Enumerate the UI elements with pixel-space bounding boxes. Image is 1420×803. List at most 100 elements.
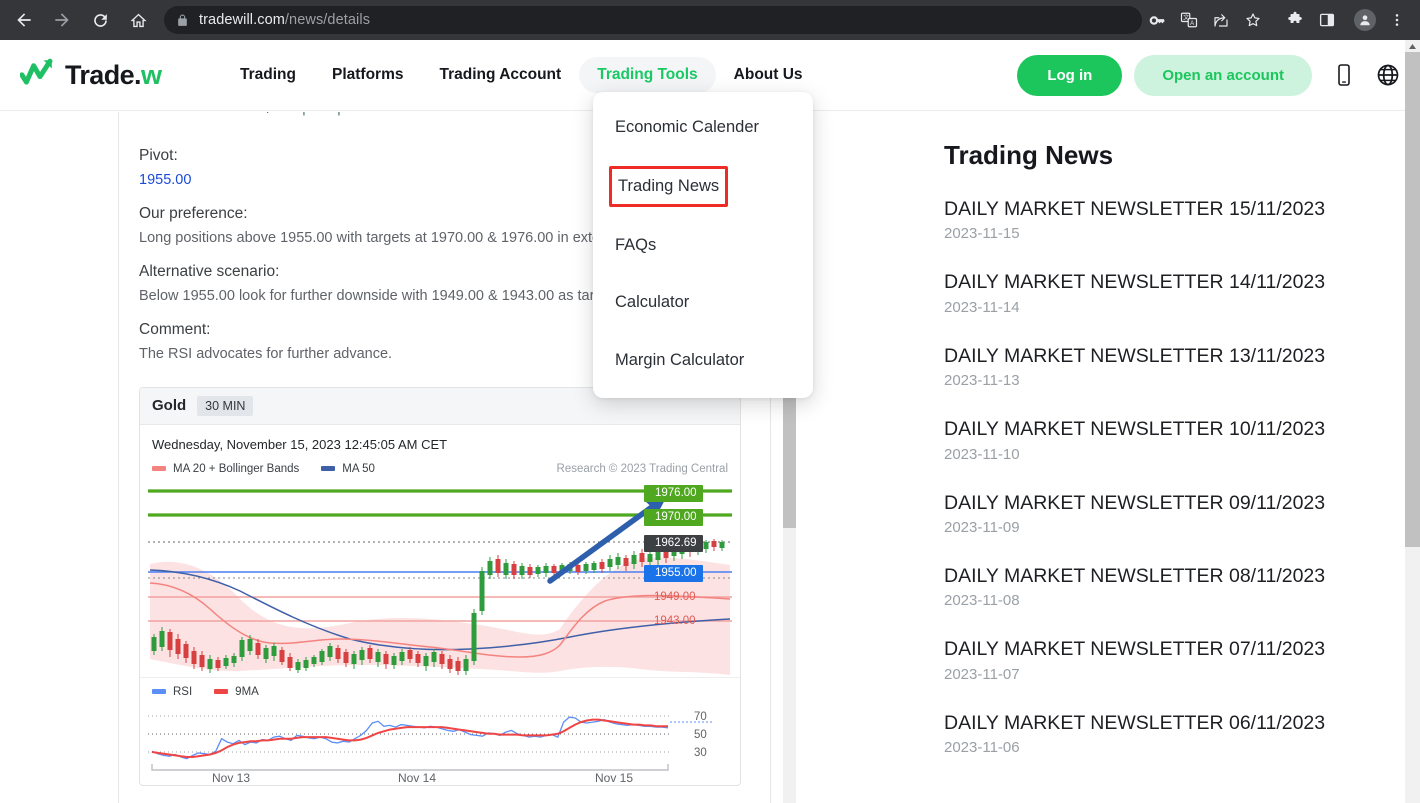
header-actions: Log in Open an account: [1017, 55, 1400, 96]
rsi-chart: 70 50 30 Nov 13 Nov 14 Nov 15: [140, 700, 740, 785]
dropdown-item-faqs[interactable]: FAQs: [593, 226, 813, 265]
three-dot-menu-icon[interactable]: [1382, 5, 1412, 35]
dropdown-item-calculator[interactable]: Calculator: [593, 283, 813, 322]
rsi-tick-50: 50: [694, 729, 707, 741]
x-tick-nov13: Nov 13: [212, 771, 250, 785]
key-icon[interactable]: [1142, 5, 1172, 35]
dropdown-item-economic-calender[interactable]: Economic Calender: [593, 108, 813, 147]
news-list-item[interactable]: DAILY MARKET NEWSLETTER 07/11/2023 2023-1…: [944, 637, 1344, 682]
translate-icon[interactable]: 文A: [1174, 5, 1204, 35]
page-scrollbar-thumb[interactable]: [1405, 52, 1420, 547]
address-bar[interactable]: tradewill.com/news/details: [164, 6, 1142, 34]
news-list-item[interactable]: DAILY MARKET NEWSLETTER 13/11/20232023-1…: [944, 344, 1344, 389]
inner-scrollbar[interactable]: [783, 355, 796, 803]
puzzle-icon[interactable]: [1280, 5, 1310, 35]
news-item-title[interactable]: DAILY MARKET NEWSLETTER 15/11/2023: [944, 197, 1344, 221]
url-text: tradewill.com/news/details: [199, 12, 370, 28]
share-icon[interactable]: [1206, 5, 1236, 35]
news-item-title[interactable]: DAILY MARKET NEWSLETTER 10/11/2023: [944, 417, 1344, 441]
price-label-1976: 1976.00: [644, 485, 703, 502]
chart-legend: MA 20 + Bollinger Bands MA 50 Research ©…: [140, 452, 740, 479]
profile-avatar-icon[interactable]: [1350, 5, 1380, 35]
logo-wordmark: Trade.w: [65, 60, 161, 91]
lock-icon: [176, 14, 189, 27]
svg-text:A: A: [1190, 21, 1194, 27]
legend-label-ma20: MA 20 + Bollinger Bands: [173, 463, 299, 475]
price-label-1970: 1970.00: [644, 509, 703, 526]
news-item-title[interactable]: DAILY MARKET NEWSLETTER 14/11/2023: [944, 270, 1344, 294]
nav-item-about-us[interactable]: About Us: [716, 57, 821, 93]
news-item-date: 2023-11-09: [944, 519, 1344, 536]
news-item-title[interactable]: DAILY MARKET NEWSLETTER 07/11/2023: [944, 637, 1344, 661]
star-icon[interactable]: [1238, 5, 1268, 35]
rsi-chart-svg: 70 50 30 Nov 13 Nov 14 Nov 15: [140, 700, 740, 785]
price-chart: 1976.00 1970.00 1962.69 1955.00 1949.00 …: [140, 479, 740, 677]
rsi-legend: RSI 9MA: [140, 677, 740, 700]
news-item-date: 2023-11-10: [944, 446, 1344, 463]
rsi-tick-70: 70: [694, 711, 707, 723]
open-account-button[interactable]: Open an account: [1134, 55, 1312, 96]
url-path: /news/details: [285, 12, 370, 28]
rsi-tick-30: 30: [694, 747, 707, 759]
price-label-1955: 1955.00: [644, 565, 703, 582]
clipped-text: / | |: [267, 112, 355, 116]
scroll-up-arrow-icon[interactable]: [1405, 40, 1420, 52]
legend-swatch-rsi: [152, 689, 166, 694]
nav-item-trading[interactable]: Trading: [222, 57, 314, 93]
globe-icon[interactable]: [1376, 63, 1400, 87]
legend-label-9ma: 9MA: [235, 686, 259, 698]
reload-icon[interactable]: [84, 4, 116, 36]
chart-datetime: Wednesday, November 15, 2023 12:45:05 AM…: [140, 425, 740, 452]
url-domain: tradewill.com: [199, 12, 285, 28]
logo-mark-icon: [20, 58, 60, 93]
chart-copyright: Research © 2023 Trading Central: [557, 463, 728, 475]
nav-item-platforms[interactable]: Platforms: [314, 57, 422, 93]
news-list-item[interactable]: DAILY MARKET NEWSLETTER 10/11/2023 2023-1…: [944, 417, 1344, 462]
trading-tools-dropdown: Economic Calender Trading News FAQs Calc…: [593, 92, 813, 398]
page-scrollbar[interactable]: [1405, 40, 1420, 803]
browser-action-icons: 文A: [1142, 0, 1420, 40]
news-list: DAILY MARKET NEWSLETTER 15/11/2023 2023-1…: [944, 197, 1344, 756]
x-tick-nov14: Nov 14: [398, 771, 436, 785]
news-panel-title: Trading News: [944, 140, 1344, 171]
dropdown-item-margin-calculator[interactable]: Margin Calculator: [593, 341, 813, 380]
home-icon[interactable]: [122, 4, 154, 36]
price-label-1962-69: 1962.69: [644, 535, 703, 552]
site-logo[interactable]: Trade.w: [20, 58, 170, 93]
news-item-date: 2023-11-15: [944, 225, 1344, 242]
back-arrow-icon[interactable]: [8, 4, 40, 36]
news-item-date: 2023-11-06: [944, 739, 1344, 756]
news-list-item[interactable]: DAILY MARKET NEWSLETTER 15/11/2023 2023-1…: [944, 197, 1344, 242]
news-list-item[interactable]: DAILY MARKET NEWSLETTER 06/11/2023 2023-1…: [944, 711, 1344, 756]
browser-toolbar: tradewill.com/news/details 文A: [0, 0, 1420, 40]
side-panel-icon[interactable]: [1312, 5, 1342, 35]
news-list-item[interactable]: DAILY MARKET NEWSLETTER 08/11/2023 2023-1…: [944, 564, 1344, 609]
news-list-item[interactable]: DAILY MARKET NEWSLETTER 14/11/20232023-1…: [944, 270, 1344, 315]
legend-ma50: MA 50: [321, 463, 375, 475]
news-item-title[interactable]: DAILY MARKET NEWSLETTER 06/11/2023: [944, 711, 1344, 735]
price-label-1949: 1949.00: [654, 590, 696, 605]
x-tick-nov15: Nov 15: [595, 771, 633, 785]
legend-swatch-ma50: [321, 466, 335, 471]
nav-item-trading-account[interactable]: Trading Account: [421, 57, 579, 93]
legend-swatch-ma20: [152, 466, 166, 471]
main-navigation: Trading Platforms Trading Account Tradin…: [222, 57, 821, 93]
news-item-title[interactable]: DAILY MARKET NEWSLETTER 08/11/2023: [944, 564, 1344, 588]
news-item-date: 2023-11-08: [944, 592, 1344, 609]
news-item-title[interactable]: DAILY MARKET NEWSLETTER 09/11/2023: [944, 491, 1344, 515]
news-item-title[interactable]: DAILY MARKET NEWSLETTER 13/11/2023: [944, 344, 1344, 368]
price-label-1943: 1943.00: [654, 614, 696, 629]
chart-timeframe-badge[interactable]: 30 MIN: [197, 396, 253, 416]
news-item-date: 2023-11-07: [944, 666, 1344, 683]
trading-chart-card: Gold 30 MIN Wednesday, November 15, 2023…: [139, 387, 741, 786]
legend-rsi: RSI: [152, 686, 192, 698]
inner-scrollbar-thumb[interactable]: [783, 385, 796, 528]
mobile-phone-icon[interactable]: [1334, 63, 1354, 87]
login-button[interactable]: Log in: [1017, 55, 1122, 96]
news-list-item[interactable]: DAILY MARKET NEWSLETTER 09/11/2023 2023-1…: [944, 491, 1344, 536]
forward-arrow-icon[interactable]: [46, 4, 78, 36]
legend-swatch-9ma: [214, 689, 228, 694]
dropdown-item-trading-news[interactable]: Trading News: [609, 166, 728, 207]
nav-item-trading-tools[interactable]: Trading Tools: [579, 57, 715, 93]
trading-news-sidebar: Trading News DAILY MARKET NEWSLETTER 15/…: [944, 140, 1344, 784]
